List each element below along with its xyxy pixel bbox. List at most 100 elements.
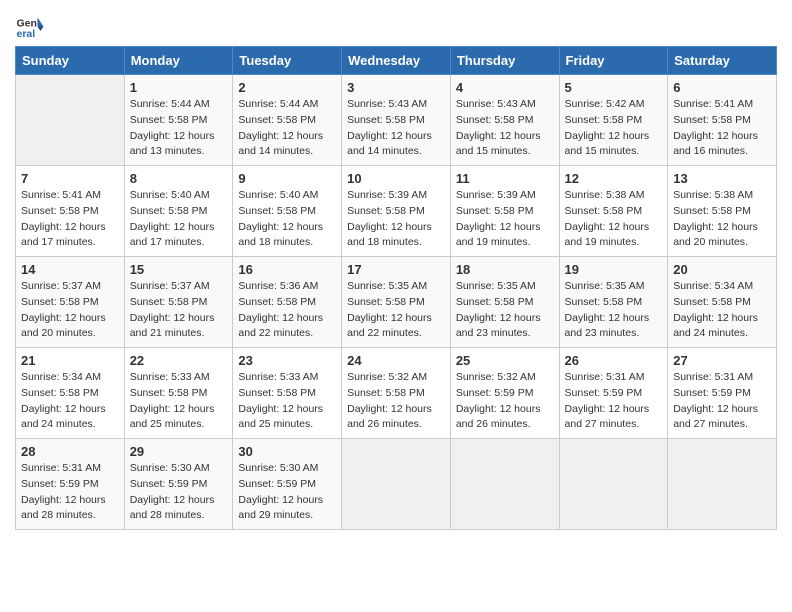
day-info: Sunrise: 5:30 AM Sunset: 5:59 PM Dayligh…: [130, 461, 228, 524]
day-info: Sunrise: 5:36 AM Sunset: 5:58 PM Dayligh…: [238, 279, 336, 342]
day-info: Sunrise: 5:43 AM Sunset: 5:58 PM Dayligh…: [456, 97, 554, 160]
day-number: 13: [673, 171, 771, 186]
day-info: Sunrise: 5:38 AM Sunset: 5:58 PM Dayligh…: [565, 188, 663, 251]
day-number: 6: [673, 80, 771, 95]
day-number: 24: [347, 353, 445, 368]
day-number: 7: [21, 171, 119, 186]
day-info: Sunrise: 5:38 AM Sunset: 5:58 PM Dayligh…: [673, 188, 771, 251]
day-number: 5: [565, 80, 663, 95]
calendar-cell: 1 Sunrise: 5:44 AM Sunset: 5:58 PM Daylig…: [124, 75, 233, 166]
day-info: Sunrise: 5:31 AM Sunset: 5:59 PM Dayligh…: [21, 461, 119, 524]
day-number: 30: [238, 444, 336, 459]
day-info: Sunrise: 5:40 AM Sunset: 5:58 PM Dayligh…: [238, 188, 336, 251]
day-info: Sunrise: 5:41 AM Sunset: 5:58 PM Dayligh…: [21, 188, 119, 251]
week-row-2: 14Sunrise: 5:37 AM Sunset: 5:58 PM Dayli…: [16, 257, 777, 348]
calendar-cell: [342, 439, 451, 530]
calendar-cell: 4Sunrise: 5:43 AM Sunset: 5:58 PM Daylig…: [450, 75, 559, 166]
calendar-cell: 20Sunrise: 5:34 AM Sunset: 5:58 PM Dayli…: [668, 257, 777, 348]
calendar-cell: 18 Sunrise: 5:35 AM Sunset: 5:58 PM Dayli…: [450, 257, 559, 348]
day-info: Sunrise: 5:42 AM Sunset: 5:58 PM Dayligh…: [565, 97, 663, 160]
calendar-cell: 10Sunrise: 5:39 AM Sunset: 5:58 PM Dayli…: [342, 166, 451, 257]
day-info: Sunrise: 5:43 AM Sunset: 5:58 PM Dayligh…: [347, 97, 445, 160]
calendar-header: SundayMondayTuesdayWednesdayThursdayFrid…: [16, 47, 777, 75]
day-info: Sunrise: 5:35 AM Sunset: 5:58 PM Dayligh…: [456, 279, 554, 342]
calendar-cell: 24 Sunrise: 5:32 AM Sunset: 5:58 PM Dayli…: [342, 348, 451, 439]
calendar-cell: 9 Sunrise: 5:40 AM Sunset: 5:58 PM Daylig…: [233, 166, 342, 257]
calendar-cell: [16, 75, 125, 166]
calendar-cell: [450, 439, 559, 530]
day-number: 11: [456, 171, 554, 186]
day-number: 3: [347, 80, 445, 95]
header-day-thursday: Thursday: [450, 47, 559, 75]
day-number: 16: [238, 262, 336, 277]
calendar-cell: 6 Sunrise: 5:41 AM Sunset: 5:58 PM Daylig…: [668, 75, 777, 166]
day-info: Sunrise: 5:35 AM Sunset: 5:58 PM Dayligh…: [565, 279, 663, 342]
day-info: Sunrise: 5:32 AM Sunset: 5:59 PM Dayligh…: [456, 370, 554, 433]
day-info: Sunrise: 5:41 AM Sunset: 5:58 PM Dayligh…: [673, 97, 771, 160]
header-day-friday: Friday: [559, 47, 668, 75]
header-day-tuesday: Tuesday: [233, 47, 342, 75]
day-info: Sunrise: 5:32 AM Sunset: 5:58 PM Dayligh…: [347, 370, 445, 433]
calendar-cell: 29Sunrise: 5:30 AM Sunset: 5:59 PM Dayli…: [124, 439, 233, 530]
day-number: 22: [130, 353, 228, 368]
calendar-cell: 30 Sunrise: 5:30 AM Sunset: 5:59 PM Dayli…: [233, 439, 342, 530]
calendar-cell: [559, 439, 668, 530]
calendar-cell: 25 Sunrise: 5:32 AM Sunset: 5:59 PM Dayli…: [450, 348, 559, 439]
day-info: Sunrise: 5:39 AM Sunset: 5:58 PM Dayligh…: [347, 188, 445, 251]
calendar-cell: 5 Sunrise: 5:42 AM Sunset: 5:58 PM Daylig…: [559, 75, 668, 166]
day-number: 12: [565, 171, 663, 186]
day-info: Sunrise: 5:37 AM Sunset: 5:58 PM Dayligh…: [130, 279, 228, 342]
calendar-cell: 8 Sunrise: 5:40 AM Sunset: 5:58 PM Daylig…: [124, 166, 233, 257]
header-day-saturday: Saturday: [668, 47, 777, 75]
calendar-body: 1 Sunrise: 5:44 AM Sunset: 5:58 PM Daylig…: [16, 75, 777, 530]
calendar-cell: 28 Sunrise: 5:31 AM Sunset: 5:59 PM Dayli…: [16, 439, 125, 530]
calendar-cell: 21 Sunrise: 5:34 AM Sunset: 5:58 PM Dayli…: [16, 348, 125, 439]
day-number: 18: [456, 262, 554, 277]
day-info: Sunrise: 5:31 AM Sunset: 5:59 PM Dayligh…: [673, 370, 771, 433]
week-row-4: 28 Sunrise: 5:31 AM Sunset: 5:59 PM Dayli…: [16, 439, 777, 530]
day-number: 28: [21, 444, 119, 459]
day-info: Sunrise: 5:30 AM Sunset: 5:59 PM Dayligh…: [238, 461, 336, 524]
calendar-cell: 16 Sunrise: 5:36 AM Sunset: 5:58 PM Dayli…: [233, 257, 342, 348]
week-row-0: 1 Sunrise: 5:44 AM Sunset: 5:58 PM Daylig…: [16, 75, 777, 166]
week-row-3: 21 Sunrise: 5:34 AM Sunset: 5:58 PM Dayli…: [16, 348, 777, 439]
svg-text:eral: eral: [17, 28, 36, 40]
calendar-cell: 14Sunrise: 5:37 AM Sunset: 5:58 PM Dayli…: [16, 257, 125, 348]
day-info: Sunrise: 5:33 AM Sunset: 5:58 PM Dayligh…: [130, 370, 228, 433]
day-number: 1: [130, 80, 228, 95]
day-number: 20: [673, 262, 771, 277]
calendar-table: SundayMondayTuesdayWednesdayThursdayFrid…: [15, 46, 777, 530]
calendar-cell: 27Sunrise: 5:31 AM Sunset: 5:59 PM Dayli…: [668, 348, 777, 439]
day-number: 21: [21, 353, 119, 368]
week-row-1: 7 Sunrise: 5:41 AM Sunset: 5:58 PM Daylig…: [16, 166, 777, 257]
day-number: 9: [238, 171, 336, 186]
day-number: 26: [565, 353, 663, 368]
day-number: 19: [565, 262, 663, 277]
calendar-cell: [668, 439, 777, 530]
day-number: 8: [130, 171, 228, 186]
day-info: Sunrise: 5:34 AM Sunset: 5:58 PM Dayligh…: [21, 370, 119, 433]
day-number: 15: [130, 262, 228, 277]
calendar-cell: 12 Sunrise: 5:38 AM Sunset: 5:58 PM Dayli…: [559, 166, 668, 257]
day-number: 23: [238, 353, 336, 368]
day-info: Sunrise: 5:31 AM Sunset: 5:59 PM Dayligh…: [565, 370, 663, 433]
calendar-cell: 11Sunrise: 5:39 AM Sunset: 5:58 PM Dayli…: [450, 166, 559, 257]
day-number: 17: [347, 262, 445, 277]
calendar-cell: 3 Sunrise: 5:43 AM Sunset: 5:58 PM Daylig…: [342, 75, 451, 166]
calendar-cell: 19 Sunrise: 5:35 AM Sunset: 5:58 PM Dayli…: [559, 257, 668, 348]
calendar-cell: 2Sunrise: 5:44 AM Sunset: 5:58 PM Daylig…: [233, 75, 342, 166]
calendar-cell: 22 Sunrise: 5:33 AM Sunset: 5:58 PM Dayli…: [124, 348, 233, 439]
day-info: Sunrise: 5:40 AM Sunset: 5:58 PM Dayligh…: [130, 188, 228, 251]
calendar-cell: 15 Sunrise: 5:37 AM Sunset: 5:58 PM Dayli…: [124, 257, 233, 348]
day-number: 2: [238, 80, 336, 95]
header-day-sunday: Sunday: [16, 47, 125, 75]
calendar-cell: 26 Sunrise: 5:31 AM Sunset: 5:59 PM Dayli…: [559, 348, 668, 439]
calendar-cell: 23 Sunrise: 5:33 AM Sunset: 5:58 PM Dayli…: [233, 348, 342, 439]
page-header: Gen eral: [15, 10, 777, 40]
header-day-wednesday: Wednesday: [342, 47, 451, 75]
day-number: 25: [456, 353, 554, 368]
day-info: Sunrise: 5:33 AM Sunset: 5:58 PM Dayligh…: [238, 370, 336, 433]
calendar-cell: 13 Sunrise: 5:38 AM Sunset: 5:58 PM Dayli…: [668, 166, 777, 257]
day-info: Sunrise: 5:44 AM Sunset: 5:58 PM Dayligh…: [130, 97, 228, 160]
calendar-cell: 17Sunrise: 5:35 AM Sunset: 5:58 PM Dayli…: [342, 257, 451, 348]
